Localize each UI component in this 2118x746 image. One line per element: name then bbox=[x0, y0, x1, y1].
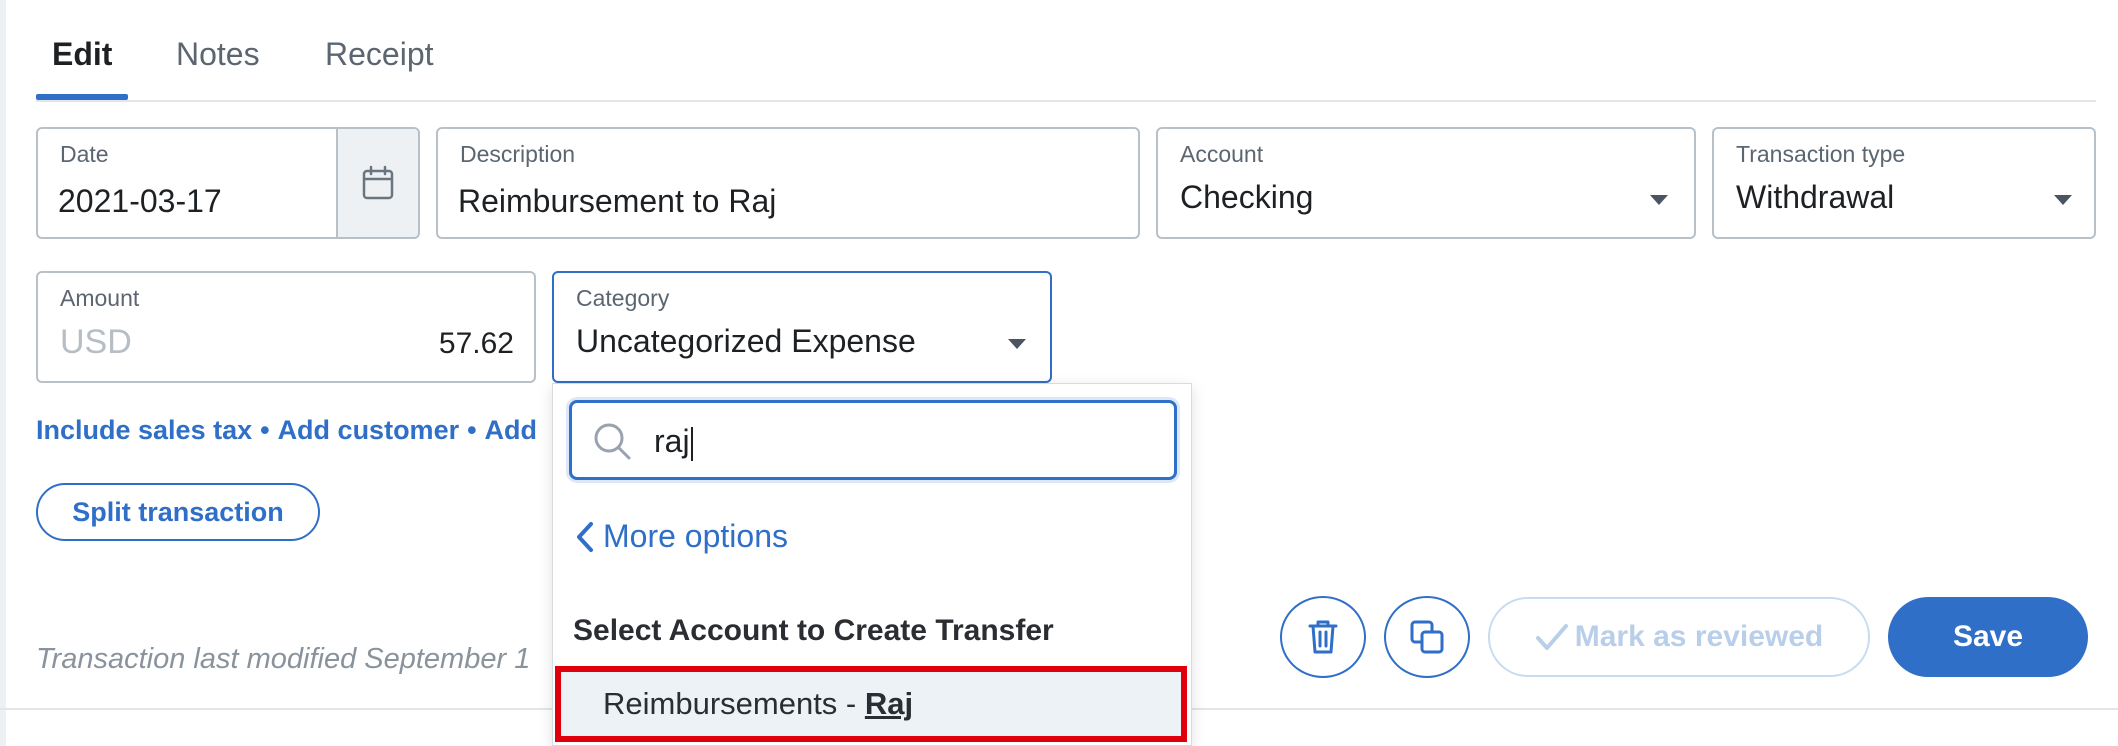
text-cursor bbox=[690, 426, 693, 461]
mark-as-reviewed-label: Mark as reviewed bbox=[1574, 620, 1824, 653]
currency-code: USD bbox=[60, 323, 132, 361]
chevron-left-icon bbox=[577, 521, 593, 552]
tab-edit[interactable]: Edit bbox=[52, 36, 112, 73]
chevron-down-icon bbox=[2054, 195, 2072, 205]
option-reimbursements-raj[interactable]: Reimbursements - Raj bbox=[555, 666, 1187, 742]
transaction-type-label: Transaction type bbox=[1736, 141, 1906, 167]
transfer-section-heading: Select Account to Create Transfer bbox=[573, 614, 1054, 647]
search-text: raj bbox=[654, 423, 690, 459]
date-value[interactable]: 2021-03-17 bbox=[58, 183, 222, 220]
last-modified-text: Transaction last modified September 1 bbox=[36, 643, 531, 675]
option-match-text: Raj bbox=[864, 686, 914, 721]
chevron-down-icon bbox=[1008, 339, 1026, 349]
description-value[interactable]: Reimbursement to Raj bbox=[458, 183, 776, 220]
link-separator: • bbox=[467, 415, 477, 445]
add-customer-link[interactable]: Add customer bbox=[278, 415, 460, 445]
tabs-divider bbox=[36, 100, 2096, 102]
link-separator: • bbox=[260, 415, 270, 445]
category-select[interactable]: Category Uncategorized Expense bbox=[552, 271, 1052, 383]
category-value: Uncategorized Expense bbox=[576, 323, 916, 359]
account-label: Account bbox=[1180, 141, 1264, 167]
account-select[interactable]: Account Checking bbox=[1156, 127, 1696, 239]
category-dropdown: raj More options Select Account to Creat… bbox=[552, 383, 1192, 746]
account-value: Checking bbox=[1180, 179, 1314, 215]
mark-as-reviewed-button[interactable]: Mark as reviewed bbox=[1488, 597, 1870, 677]
add-link[interactable]: Add bbox=[485, 415, 537, 445]
save-button[interactable]: Save bbox=[1888, 597, 2088, 677]
panel-edge bbox=[0, 0, 6, 746]
more-options-label: More options bbox=[603, 518, 788, 554]
search-icon bbox=[594, 423, 631, 460]
duplicate-button[interactable] bbox=[1384, 596, 1470, 678]
category-search-input[interactable]: raj bbox=[569, 400, 1177, 480]
date-label: Date bbox=[60, 141, 109, 167]
chevron-down-icon bbox=[1650, 195, 1668, 205]
search-input-value[interactable]: raj bbox=[654, 423, 693, 461]
trash-icon bbox=[1308, 620, 1338, 654]
tab-receipt[interactable]: Receipt bbox=[325, 36, 434, 73]
split-transaction-button[interactable]: Split transaction bbox=[36, 483, 320, 541]
option-prefix: Reimbursements - bbox=[603, 686, 865, 721]
category-label: Category bbox=[576, 285, 670, 311]
amount-value[interactable]: 57.62 bbox=[439, 327, 514, 361]
transaction-type-value: Withdrawal bbox=[1736, 179, 1895, 215]
active-tab-indicator bbox=[36, 94, 128, 100]
more-options-link[interactable]: More options bbox=[575, 518, 788, 555]
calendar-button[interactable] bbox=[336, 129, 418, 237]
extra-options-links: Include sales tax • Add customer • Add bbox=[36, 415, 537, 446]
date-field[interactable]: Date 2021-03-17 bbox=[36, 127, 420, 239]
include-sales-tax-link[interactable]: Include sales tax bbox=[36, 415, 252, 445]
transaction-type-select[interactable]: Transaction type Withdrawal bbox=[1712, 127, 2096, 239]
tab-notes[interactable]: Notes bbox=[176, 36, 260, 73]
duplicate-icon bbox=[1410, 620, 1444, 654]
description-field[interactable]: Description Reimbursement to Raj bbox=[436, 127, 1140, 239]
checkmark-icon bbox=[1535, 624, 1568, 650]
delete-button[interactable] bbox=[1280, 596, 1366, 678]
amount-field[interactable]: Amount USD 57.62 bbox=[36, 271, 536, 383]
description-label: Description bbox=[460, 141, 576, 167]
calendar-icon bbox=[362, 165, 394, 200]
amount-label: Amount bbox=[60, 285, 140, 311]
